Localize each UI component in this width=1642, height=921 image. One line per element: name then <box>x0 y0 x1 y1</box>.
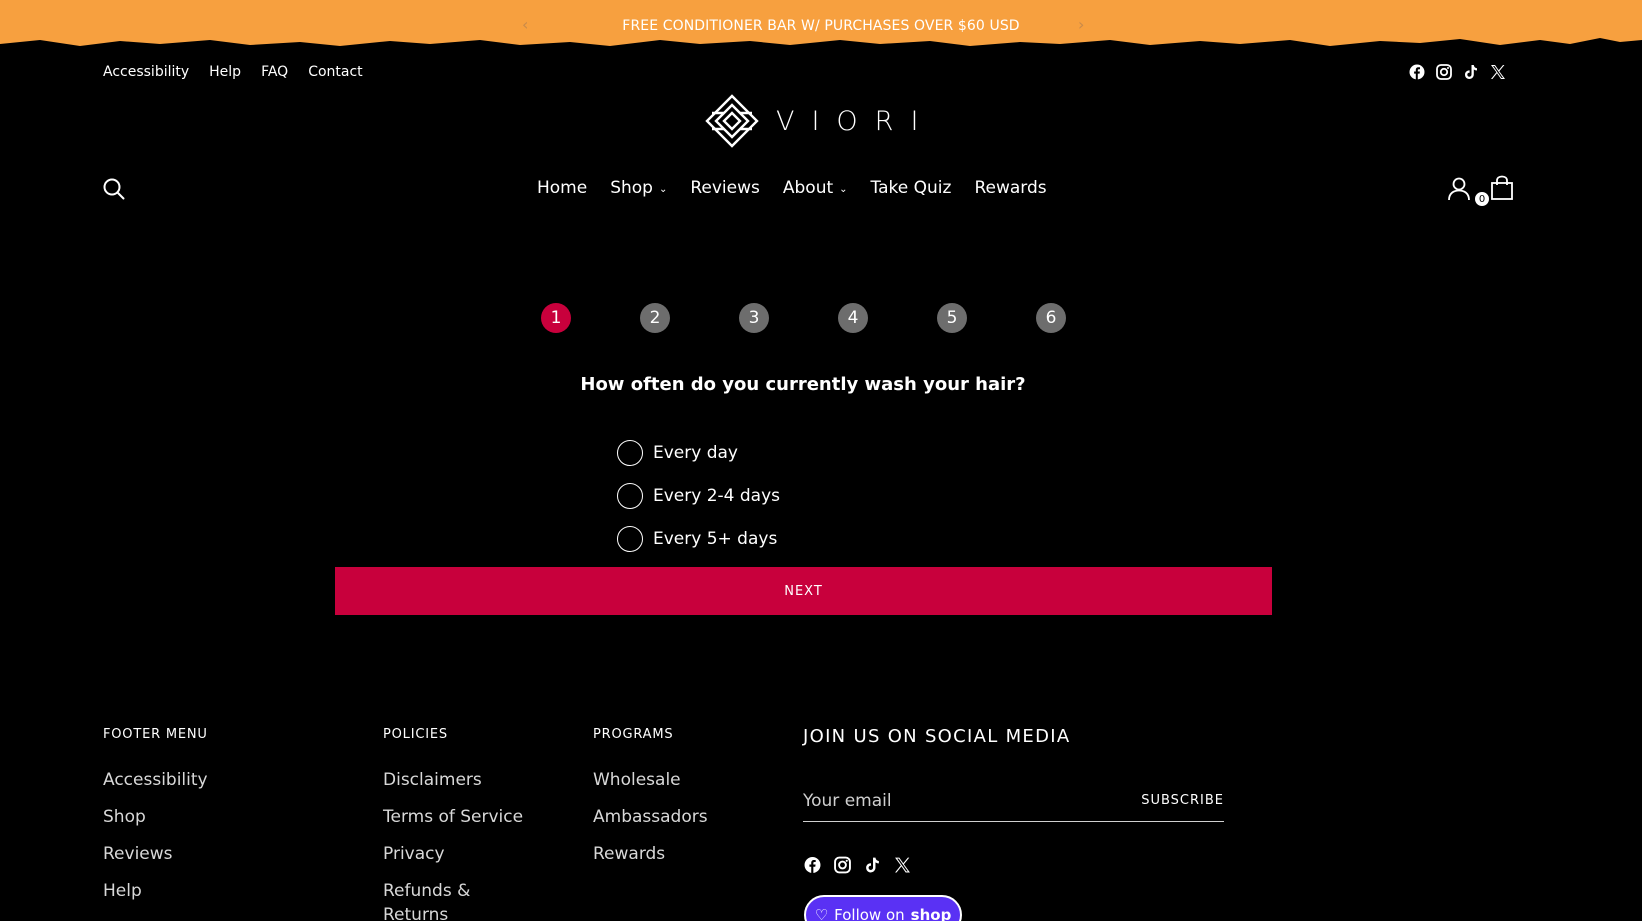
footer-menu-heading: FOOTER MENU <box>103 727 208 742</box>
option-label: Every 2-4 days <box>653 485 781 506</box>
step-4[interactable]: 4 <box>838 303 868 333</box>
option-every-2-4-days[interactable]: Every 2-4 days <box>617 474 780 517</box>
quiz-options: Every day Every 2-4 days Every 5+ days <box>617 431 780 560</box>
chevron-down-icon: ⌄ <box>658 183 668 195</box>
social-links-header <box>1408 63 1506 80</box>
nav-label: Take Quiz <box>870 178 952 198</box>
follow-on-shop-button[interactable]: ♡ Follow on shop <box>804 895 962 921</box>
instagram-icon[interactable] <box>834 856 851 873</box>
option-every-5-plus-days[interactable]: Every 5+ days <box>617 517 780 560</box>
policies-column: POLICIES Disclaimers Terms of Service Pr… <box>383 727 523 921</box>
step-6[interactable]: 6 <box>1036 303 1066 333</box>
utility-link-help[interactable]: Help <box>209 64 241 80</box>
tiktok-icon[interactable] <box>1462 63 1479 80</box>
nav-label: About <box>782 178 834 198</box>
utility-nav: Accessibility Help FAQ Contact <box>103 64 363 80</box>
footer-link-shop[interactable]: Shop <box>103 799 208 836</box>
subscribe-button[interactable]: SUBSCRIBE <box>1141 793 1224 808</box>
footer-link-help[interactable]: Help <box>103 873 208 910</box>
instagram-icon[interactable] <box>1435 63 1452 80</box>
search-icon[interactable] <box>103 178 125 204</box>
main-nav: Home Shop ⌄ Reviews About ⌄ Take Quiz Rewa… <box>537 178 1047 198</box>
nav-label: Reviews <box>690 178 760 198</box>
option-label: Every day <box>653 442 738 463</box>
programs-heading: PROGRAMS <box>593 727 674 742</box>
facebook-icon[interactable] <box>804 856 821 873</box>
footer-link-privacy[interactable]: Privacy <box>383 836 523 873</box>
radio-button[interactable] <box>617 439 643 466</box>
quiz-question: How often do you currently wash your hai… <box>580 374 1026 395</box>
utility-link-accessibility[interactable]: Accessibility <box>103 64 189 80</box>
footer-link-disclaimers[interactable]: Disclaimers <box>383 762 523 799</box>
programs-column: PROGRAMS Wholesale Ambassadors Rewards <box>593 727 708 873</box>
policies-heading: POLICIES <box>383 727 448 742</box>
footer-link-reviews[interactable]: Reviews <box>103 836 208 873</box>
footer-menu-column: FOOTER MENU Accessibility Shop Reviews H… <box>103 727 208 910</box>
nav-item-home[interactable]: Home <box>537 178 587 198</box>
nav-item-about[interactable]: About ⌄ <box>783 178 848 198</box>
radio-button[interactable] <box>617 482 643 509</box>
nav-item-rewards[interactable]: Rewards <box>974 178 1046 198</box>
footer-link-accessibility[interactable]: Accessibility <box>103 762 208 799</box>
chevron-down-icon: ⌄ <box>839 183 848 195</box>
quiz-steps: 1 2 3 4 5 6 <box>541 303 1066 333</box>
social-heading: JOIN US ON SOCIAL MEDIA <box>803 726 1071 747</box>
next-button[interactable]: NEXT <box>335 567 1272 615</box>
utility-link-contact[interactable]: Contact <box>308 64 362 80</box>
tiktok-icon[interactable] <box>864 856 881 873</box>
announcement-message: FREE CONDITIONER BAR W/ PURCHASES OVER $… <box>622 18 1020 34</box>
shop-follow-prefix: Follow on <box>834 906 905 921</box>
announcement-next-icon[interactable]: › <box>1078 16 1084 34</box>
footer-link-refunds[interactable]: Refunds & Returns <box>383 879 503 921</box>
footer-link-rewards[interactable]: Rewards <box>593 836 708 873</box>
heart-icon: ♡ <box>814 906 829 921</box>
nav-item-reviews[interactable]: Reviews <box>690 178 760 198</box>
facebook-icon[interactable] <box>1408 63 1425 80</box>
shop-follow-brand: shop <box>910 906 952 921</box>
viori-logo[interactable]: VIORI <box>704 93 935 149</box>
nav-label: Rewards <box>974 178 1047 198</box>
cart-count-badge: 0 <box>1474 191 1490 207</box>
account-icon[interactable] <box>1448 177 1470 205</box>
x-icon[interactable] <box>894 856 911 873</box>
email-input[interactable] <box>803 790 1142 811</box>
option-label: Every 5+ days <box>653 528 778 549</box>
cart-icon[interactable] <box>1490 175 1514 205</box>
option-every-day[interactable]: Every day <box>617 431 780 474</box>
footer-link-terms[interactable]: Terms of Service <box>383 799 523 836</box>
social-links-footer <box>804 856 911 873</box>
announcement-bar: ‹ FREE CONDITIONER BAR W/ PURCHASES OVER… <box>0 0 1642 52</box>
logo-mark-icon <box>705 94 759 148</box>
nav-label: Shop <box>610 178 653 198</box>
utility-link-faq[interactable]: FAQ <box>261 64 288 80</box>
footer-link-ambassadors[interactable]: Ambassadors <box>593 799 708 836</box>
logo-text: VIORI <box>776 105 936 137</box>
nav-item-shop[interactable]: Shop ⌄ <box>610 178 667 198</box>
step-1[interactable]: 1 <box>541 303 571 333</box>
step-2[interactable]: 2 <box>640 303 670 333</box>
nav-item-take-quiz[interactable]: Take Quiz <box>871 178 952 198</box>
radio-button[interactable] <box>617 525 643 552</box>
step-3[interactable]: 3 <box>739 303 769 333</box>
step-5[interactable]: 5 <box>937 303 967 333</box>
newsletter-form: SUBSCRIBE <box>803 780 1224 822</box>
x-icon[interactable] <box>1489 63 1506 80</box>
footer-link-wholesale[interactable]: Wholesale <box>593 762 708 799</box>
nav-label: Home <box>537 178 588 198</box>
